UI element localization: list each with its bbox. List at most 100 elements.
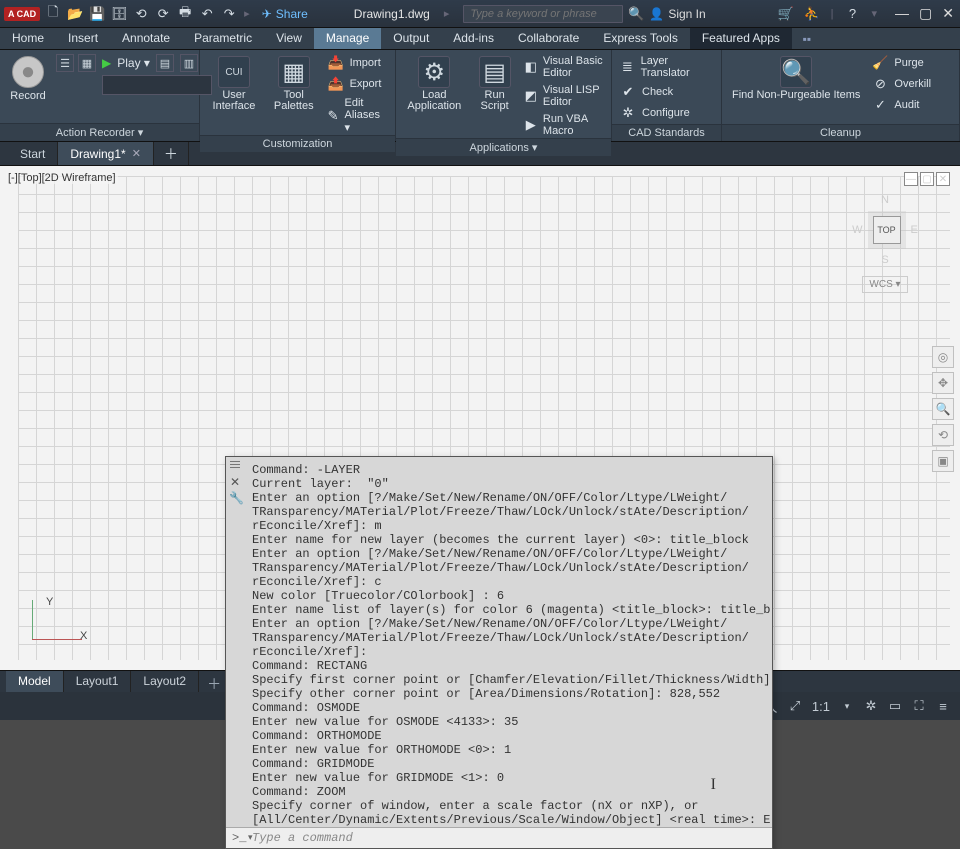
undo-icon[interactable]: ↶ xyxy=(198,5,216,23)
tab-collaborate[interactable]: Collaborate xyxy=(506,28,591,49)
audit-button[interactable]: ✓Audit xyxy=(870,96,933,114)
tab-home[interactable]: Home xyxy=(0,28,56,49)
tab-parametric[interactable]: Parametric xyxy=(182,28,264,49)
status-scale-caret[interactable]: ▾ xyxy=(836,696,858,716)
vp-restore-icon[interactable]: ▢ xyxy=(920,172,934,186)
signin-button[interactable]: 👤 Sign In xyxy=(649,7,705,21)
export-button[interactable]: 📤Export xyxy=(326,75,389,93)
vb-editor-button[interactable]: ◧Visual Basic Editor xyxy=(523,54,605,80)
vp-close-icon[interactable]: ✕ xyxy=(936,172,950,186)
doc-tab-new[interactable]: ＋ xyxy=(154,142,189,165)
import-button[interactable]: 📥Import xyxy=(326,54,389,72)
doc-tab-close-icon[interactable]: ✕ xyxy=(132,147,141,160)
search-icon[interactable]: 🔍 xyxy=(627,5,645,23)
play-opt1-icon[interactable]: ▤ xyxy=(156,54,174,72)
redo-icon[interactable]: ↷ xyxy=(220,5,238,23)
maximize-button[interactable]: ▢ xyxy=(917,5,934,22)
status-scale-button[interactable]: 1:1 xyxy=(808,696,834,716)
status-fullscreen-button[interactable]: ⛶ xyxy=(908,696,930,716)
gear-icon: ⚙ xyxy=(418,56,450,88)
status-workspace2-button[interactable]: ▭ xyxy=(884,696,906,716)
load-application-label: Load Application xyxy=(406,90,463,112)
help-icon[interactable]: ? xyxy=(844,5,862,23)
sync-left-icon[interactable]: ⟲ xyxy=(132,5,150,23)
layout-tab-layout2[interactable]: Layout2 xyxy=(131,671,199,692)
vp-min-icon[interactable]: — xyxy=(904,172,918,186)
vba-macro-button[interactable]: ▶Run VBA Macro xyxy=(523,112,605,138)
play-button[interactable]: ▶ Play ▾ ▤ ▥ xyxy=(102,54,212,72)
minimize-button[interactable]: — xyxy=(893,5,911,22)
macro-dropdown[interactable] xyxy=(102,75,212,95)
help-caret[interactable]: ▾ xyxy=(870,7,880,20)
tab-insert[interactable]: Insert xyxy=(56,28,110,49)
find-nonpurgeable-label: Find Non-Purgeable Items xyxy=(732,90,860,101)
new-icon[interactable]: 🗋 xyxy=(44,5,62,23)
lisp-editor-button[interactable]: ◩Visual LISP Editor xyxy=(523,83,605,109)
close-button[interactable]: ✕ xyxy=(940,5,956,22)
nav-wheel-icon[interactable]: ◎ xyxy=(932,346,954,368)
save-icon[interactable]: 💾 xyxy=(88,5,106,23)
layout-tab-layout1[interactable]: Layout1 xyxy=(64,671,132,692)
record-button[interactable]: ● Record xyxy=(6,54,50,104)
command-window[interactable]: ✕ 🔧 Command: -LAYER Current layer: "0" E… xyxy=(225,456,773,849)
print-icon[interactable]: 🖶 xyxy=(176,5,194,23)
drawing-canvas[interactable]: [-][Top][2D Wireframe] — ▢ ✕ N W TOP E S… xyxy=(0,166,960,670)
layers-icon: ≣ xyxy=(620,59,635,75)
nav-pan-icon[interactable]: ✥ xyxy=(932,372,954,394)
title-caret[interactable]: ▸ xyxy=(442,7,452,20)
layout-tab-model[interactable]: Model xyxy=(6,671,64,692)
status-customize-button[interactable]: ≡ xyxy=(932,696,954,716)
open-icon[interactable]: 📂 xyxy=(66,5,84,23)
wcs-dropdown[interactable]: WCS ▾ xyxy=(862,276,907,293)
overkill-button[interactable]: ⊘Overkill xyxy=(870,75,933,93)
command-window-settings-icon[interactable]: 🔧 xyxy=(229,491,244,506)
tab-addins[interactable]: Add-ins xyxy=(441,28,506,49)
saveall-icon[interactable]: 🗄 xyxy=(110,5,128,23)
command-placeholder: Type a command xyxy=(252,831,353,845)
tab-expresstools[interactable]: Express Tools xyxy=(591,28,689,49)
status-annoscale-button[interactable]: ⤢ xyxy=(784,696,806,716)
human-icon[interactable]: ⛹ xyxy=(803,5,821,23)
doc-tab-start[interactable]: Start xyxy=(8,142,58,165)
text-cursor-icon: I xyxy=(711,776,716,794)
tab-overflow-icon[interactable]: ▪▪ xyxy=(792,28,822,49)
record-label: Record xyxy=(10,90,45,102)
cart-icon[interactable]: 🛒 xyxy=(777,5,795,23)
viewcube[interactable]: N W TOP E S WCS ▾ xyxy=(840,194,930,293)
nav-orbit-icon[interactable]: ⟲ xyxy=(932,424,954,446)
tab-annotate[interactable]: Annotate xyxy=(110,28,182,49)
run-script-button[interactable]: ▤ Run Script xyxy=(473,54,517,114)
command-window-grip[interactable] xyxy=(230,461,240,469)
nav-showmotion-icon[interactable]: ▣ xyxy=(932,450,954,472)
find-nonpurgeable-button[interactable]: 🔍 Find Non-Purgeable Items xyxy=(728,54,864,103)
tab-manage[interactable]: Manage xyxy=(314,28,381,49)
purge-button[interactable]: 🧹Purge xyxy=(870,54,933,72)
check-button[interactable]: ✔Check xyxy=(618,83,715,101)
tab-output[interactable]: Output xyxy=(381,28,441,49)
layer-translator-button[interactable]: ≣Layer Translator xyxy=(618,54,715,80)
tab-view[interactable]: View xyxy=(264,28,314,49)
script-icon: ▤ xyxy=(479,56,511,88)
user-interface-button[interactable]: CUI User Interface xyxy=(206,54,262,114)
edit-aliases-button[interactable]: ✎Edit Aliases ▾ xyxy=(326,96,389,135)
search-input[interactable] xyxy=(463,5,623,23)
command-input-row[interactable]: >_ ▾ Type a command xyxy=(226,827,772,848)
status-cog-button[interactable]: ✲ xyxy=(860,696,882,716)
share-button[interactable]: ✈ Share xyxy=(256,7,314,21)
command-window-close-icon[interactable]: ✕ xyxy=(230,475,240,490)
tab-featuredapps[interactable]: Featured Apps xyxy=(690,28,792,49)
nav-zoom-icon[interactable]: 🔍 xyxy=(932,398,954,420)
viewcube-face[interactable]: TOP xyxy=(873,216,901,244)
play-opt2-icon[interactable]: ▥ xyxy=(180,54,198,72)
configure-button[interactable]: ✲Configure xyxy=(618,104,715,122)
check-icon: ✔ xyxy=(620,84,636,100)
tool-palettes-button[interactable]: ▦ Tool Palettes xyxy=(268,54,320,114)
viewport-label[interactable]: [-][Top][2D Wireframe] xyxy=(6,172,118,184)
vba-icon: ▶ xyxy=(525,117,537,133)
sync-right-icon[interactable]: ⟳ xyxy=(154,5,172,23)
recorder-opt1-icon[interactable]: ☰ xyxy=(56,54,74,72)
doc-tab-drawing1[interactable]: Drawing1* ✕ xyxy=(58,142,154,165)
load-application-button[interactable]: ⚙ Load Application xyxy=(402,54,467,114)
recorder-opt2-icon[interactable]: ▦ xyxy=(78,54,96,72)
magnify-icon: 🔍 xyxy=(780,56,812,88)
